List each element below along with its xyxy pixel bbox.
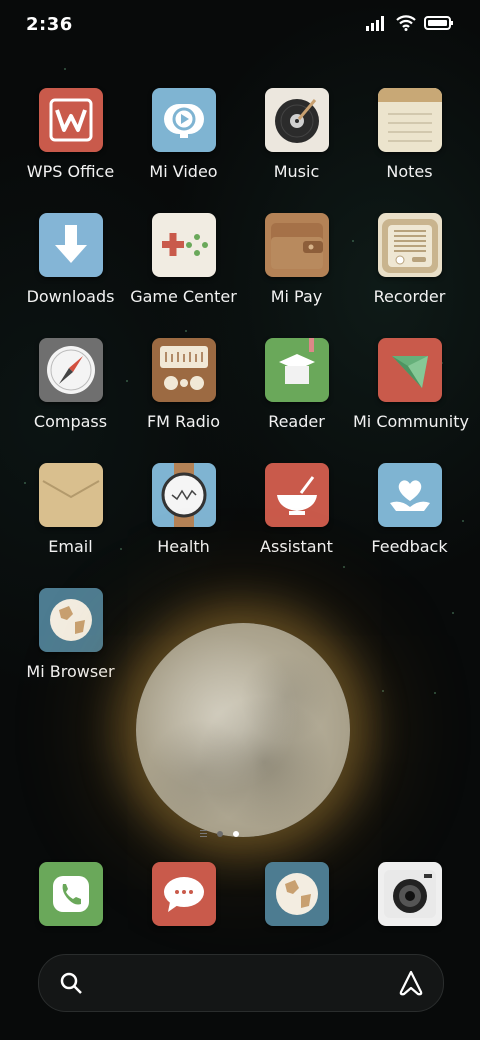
app-label: WPS Office bbox=[26, 162, 115, 181]
mi-video-icon bbox=[151, 88, 216, 152]
app-label: Mi Browser bbox=[26, 662, 115, 681]
mi-browser-icon bbox=[38, 588, 103, 652]
app-label: Mi Community bbox=[353, 412, 469, 431]
health-icon bbox=[151, 463, 216, 527]
music-icon bbox=[264, 88, 329, 152]
wifi-icon bbox=[396, 15, 416, 31]
app-game-center[interactable]: Game Center bbox=[127, 213, 240, 325]
list-page-icon bbox=[200, 830, 207, 837]
app-label: Compass bbox=[33, 412, 108, 431]
feedback-icon bbox=[377, 463, 442, 527]
app-notes[interactable]: Notes bbox=[353, 88, 466, 200]
app-email[interactable]: Email bbox=[14, 463, 127, 575]
mi-pay-icon bbox=[264, 213, 329, 277]
search-icon[interactable] bbox=[59, 971, 83, 995]
app-label: Assistant bbox=[260, 537, 333, 556]
camera-icon bbox=[377, 862, 442, 926]
app-feedback[interactable]: Feedback bbox=[353, 463, 466, 575]
app-fm-radio[interactable]: FM Radio bbox=[127, 338, 240, 450]
app-label: Recorder bbox=[373, 287, 446, 306]
app-label: Game Center bbox=[130, 287, 237, 306]
app-label: Music bbox=[273, 162, 320, 181]
downloads-icon bbox=[38, 213, 103, 277]
dock-messages[interactable] bbox=[127, 862, 240, 932]
dock-camera[interactable] bbox=[353, 862, 466, 932]
app-label: Feedback bbox=[371, 537, 448, 556]
mi-community-icon bbox=[377, 338, 442, 402]
page-dot bbox=[217, 830, 223, 837]
app-assistant[interactable]: Assistant bbox=[240, 463, 353, 575]
signal-icon bbox=[366, 16, 384, 31]
app-label: Downloads bbox=[26, 287, 115, 306]
messages-icon bbox=[151, 862, 216, 926]
star-decoration bbox=[185, 330, 187, 332]
fm-radio-icon bbox=[151, 338, 216, 402]
star-decoration bbox=[452, 612, 454, 614]
star-decoration bbox=[434, 692, 436, 694]
star-decoration bbox=[64, 68, 66, 70]
notes-icon bbox=[377, 88, 442, 152]
app-compass[interactable]: Compass bbox=[14, 338, 127, 450]
app-recorder[interactable]: Recorder bbox=[353, 213, 466, 325]
phone-icon bbox=[38, 862, 103, 926]
status-bar: 2:36 bbox=[0, 0, 480, 50]
app-health[interactable]: Health bbox=[127, 463, 240, 575]
status-time: 2:36 bbox=[26, 14, 73, 35]
app-downloads[interactable]: Downloads bbox=[14, 213, 127, 325]
app-label: Health bbox=[157, 537, 210, 556]
app-label: Notes bbox=[386, 162, 433, 181]
app-label: Reader bbox=[268, 412, 325, 431]
battery-icon bbox=[424, 16, 453, 30]
search-bar[interactable] bbox=[38, 954, 444, 1012]
app-mi-browser[interactable]: Mi Browser bbox=[14, 588, 127, 700]
app-label: Mi Video bbox=[149, 162, 218, 181]
dock-browser[interactable] bbox=[240, 862, 353, 932]
compass-icon bbox=[38, 338, 103, 402]
game-center-icon bbox=[151, 213, 216, 277]
app-label: Email bbox=[48, 537, 93, 556]
app-music[interactable]: Music bbox=[240, 88, 353, 200]
reader-icon bbox=[264, 338, 329, 402]
app-mi-community[interactable]: Mi Community bbox=[353, 338, 469, 450]
assistant-a-icon[interactable] bbox=[397, 970, 425, 996]
app-label: Mi Pay bbox=[270, 287, 323, 306]
app-mi-pay[interactable]: Mi Pay bbox=[240, 213, 353, 325]
recorder-icon bbox=[377, 213, 442, 277]
moon-wallpaper bbox=[136, 623, 350, 837]
app-reader[interactable]: Reader bbox=[240, 338, 353, 450]
app-mi-video[interactable]: Mi Video bbox=[127, 88, 240, 200]
assistant-icon bbox=[264, 463, 329, 527]
browser-icon bbox=[264, 862, 329, 926]
email-icon bbox=[38, 463, 103, 527]
app-wps-office[interactable]: WPS Office bbox=[14, 88, 127, 200]
wps-office-icon bbox=[38, 88, 103, 152]
page-dot-active bbox=[233, 830, 239, 837]
page-indicator[interactable] bbox=[200, 830, 239, 837]
dock-phone[interactable] bbox=[14, 862, 127, 932]
app-label: FM Radio bbox=[146, 412, 221, 431]
star-decoration bbox=[382, 690, 384, 692]
